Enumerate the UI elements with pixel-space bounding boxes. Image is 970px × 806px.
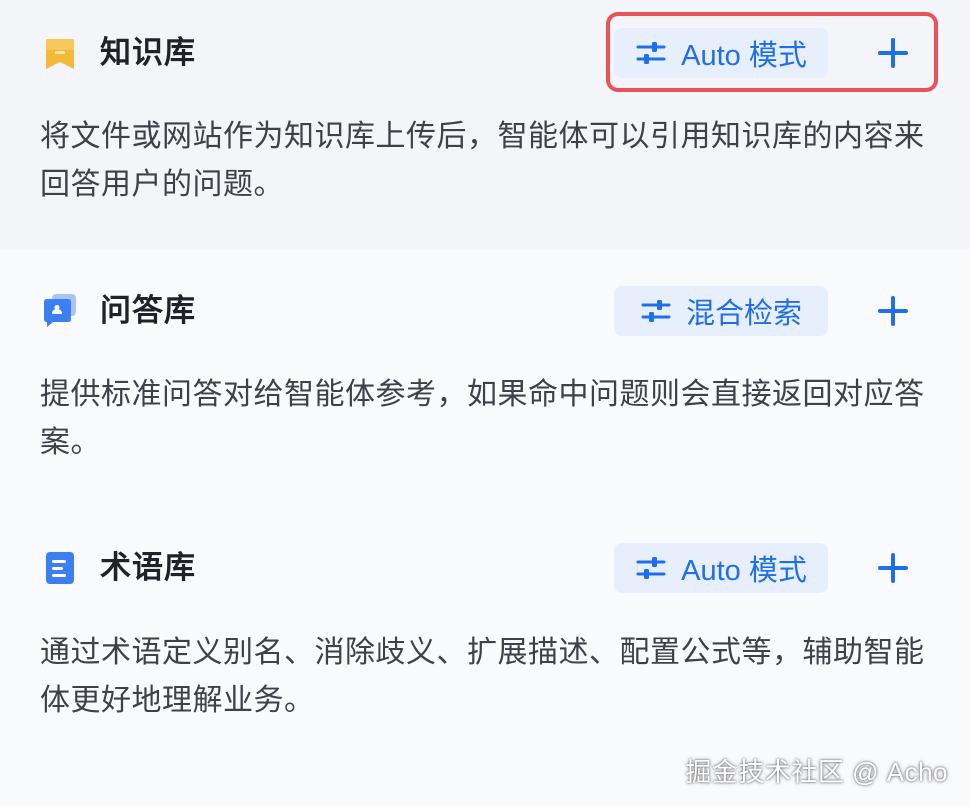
add-button[interactable] — [872, 547, 914, 589]
plus-icon — [878, 553, 908, 583]
plus-icon — [878, 38, 908, 68]
qa-base-section: 问答库 混合检索 提供标准问答对给智能体参考，如果命中问题则会直接返回对应答案。 — [0, 250, 970, 508]
mode-label: Auto 模式 — [681, 555, 807, 587]
section-description: 将文件或网站作为知识库上传后，智能体可以引用知识库的内容来回答用户的问题。 — [40, 120, 925, 201]
mode-select-button[interactable]: Auto 模式 — [614, 28, 828, 78]
section-title: 知识库 — [100, 35, 196, 70]
mode-select-button[interactable]: Auto 模式 — [614, 543, 828, 593]
section-description: 通过术语定义别名、消除歧义、扩展描述、配置公式等，辅助智能体更好地理解业务。 — [40, 636, 925, 717]
sliders-icon — [641, 300, 671, 322]
section-description: 提供标准问答对给智能体参考，如果命中问题则会直接返回对应答案。 — [40, 378, 925, 459]
document-list-icon — [42, 550, 78, 586]
sliders-icon — [636, 42, 666, 64]
mode-select-button[interactable]: 混合检索 — [614, 286, 828, 336]
chat-cards-icon — [42, 292, 78, 328]
knowledge-base-section: 知识库 Auto 模式 将文件或网站作为知识库上传后，智能体可以引用知识库的内容… — [0, 0, 970, 250]
section-title: 术语库 — [100, 550, 196, 585]
sliders-icon — [636, 557, 666, 579]
add-button[interactable] — [872, 290, 914, 332]
watermark: 掘金技术社区 @ Acho — [685, 757, 948, 787]
add-button[interactable] — [872, 32, 914, 74]
book-bookmark-icon — [42, 36, 78, 72]
section-title: 问答库 — [100, 293, 196, 328]
plus-icon — [878, 296, 908, 326]
mode-label: 混合检索 — [685, 298, 802, 330]
mode-label: Auto 模式 — [681, 40, 807, 72]
